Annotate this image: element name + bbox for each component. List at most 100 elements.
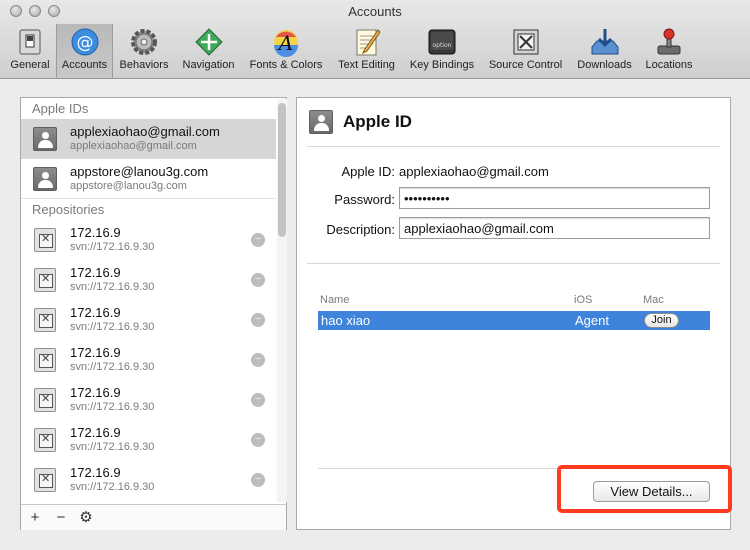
account-title: applexiaohao@gmail.com — [70, 124, 220, 139]
svg-text:@: @ — [76, 33, 93, 53]
column-header-mac[interactable]: Mac — [643, 294, 664, 306]
account-subtitle: applexiaohao@gmail.com — [70, 140, 197, 152]
repository-url: svn://172.16.9.30 — [70, 361, 155, 373]
accounts-list: Apple IDs applexiaohao@gmail.com applexi… — [21, 98, 276, 503]
add-account-button[interactable]: + — [25, 508, 45, 528]
repository-url: svn://172.16.9.30 — [70, 321, 155, 333]
repository-status-icon: ~ — [251, 273, 265, 287]
table-row[interactable]: hao xiao Agent Join — [318, 311, 710, 330]
user-avatar-icon — [33, 167, 57, 191]
pencil-notepad-icon — [356, 29, 381, 56]
repository-url: svn://172.16.9.30 — [70, 401, 155, 413]
option-key-icon: option — [428, 29, 456, 55]
column-header-ios[interactable]: iOS — [574, 294, 592, 306]
toolbar-general[interactable]: General — [7, 24, 53, 78]
toolbar-text-editing[interactable]: Text Editing — [332, 24, 401, 78]
repository-row[interactable]: 172.16.9 svn://172.16.9.30 ~ — [21, 380, 276, 420]
repository-title: 172.16.9 — [70, 305, 121, 320]
team-name-cell: hao xiao — [321, 313, 371, 328]
repository-status-icon: ~ — [251, 473, 265, 487]
repository-title: 172.16.9 — [70, 225, 121, 240]
repository-row[interactable]: 172.16.9 svn://172.16.9.30 ~ — [21, 260, 276, 300]
repository-title: 172.16.9 — [70, 265, 121, 280]
repository-icon — [34, 268, 56, 292]
toolbar-label: General — [10, 59, 50, 71]
repository-icon — [34, 228, 56, 252]
toolbar-source-control[interactable]: Source Control — [483, 24, 568, 78]
divider — [318, 468, 710, 469]
repository-icon — [34, 468, 56, 492]
account-row[interactable]: appstore@lanou3g.com appstore@lanou3g.co… — [21, 159, 276, 199]
source-control-icon — [513, 29, 538, 55]
repository-url: svn://172.16.9.30 — [70, 241, 155, 253]
toolbar-navigation[interactable]: Navigation — [177, 24, 240, 78]
repository-icon — [34, 348, 56, 372]
toolbar-behaviors[interactable]: Behaviors — [116, 24, 172, 78]
join-button[interactable]: Join — [644, 313, 679, 328]
sidebar-scroll-thumb[interactable] — [278, 103, 286, 237]
apple-id-value: applexiaohao@gmail.com — [399, 164, 549, 179]
repositories-header: Repositories — [32, 202, 105, 217]
toolbar-label: Navigation — [182, 59, 235, 71]
sidebar-footer: + − ⚙ — [21, 504, 286, 530]
repository-url: svn://172.16.9.30 — [70, 281, 155, 293]
preferences-toolbar: General @ Accounts Behaviors Navigation … — [0, 24, 750, 78]
repository-row[interactable]: 172.16.9 svn://172.16.9.30 ~ — [21, 460, 276, 500]
repository-url: svn://172.16.9.30 — [70, 481, 155, 493]
account-title: appstore@lanou3g.com — [70, 164, 209, 179]
apple-ids-header: Apple IDs — [32, 101, 89, 116]
apple-id-label: Apple ID: — [341, 164, 395, 179]
detail-title: Apple ID — [343, 112, 412, 131]
repository-title: 172.16.9 — [70, 465, 121, 480]
password-field[interactable] — [399, 187, 710, 209]
divider — [307, 263, 720, 264]
general-switch-icon — [19, 29, 41, 55]
toolbar-accounts[interactable]: @ Accounts — [56, 24, 113, 78]
font-a-icon: A — [274, 30, 298, 57]
repository-status-icon: ~ — [251, 313, 265, 327]
ios-role-cell: Agent — [575, 313, 609, 328]
repository-status-icon: ~ — [251, 393, 265, 407]
toolbar-fonts-colors[interactable]: A Fonts & Colors — [244, 24, 328, 78]
toolbar-key-bindings[interactable]: option Key Bindings — [405, 24, 479, 78]
repository-icon — [34, 308, 56, 332]
navigation-arrows-icon — [194, 28, 223, 56]
password-label: Password: — [334, 192, 395, 207]
repository-status-icon: ~ — [251, 353, 265, 367]
svg-text:A: A — [277, 31, 293, 55]
toolbar-locations[interactable]: Locations — [641, 24, 697, 78]
description-field[interactable] — [399, 217, 710, 239]
accounts-sidebar: Apple IDs applexiaohao@gmail.com applexi… — [20, 97, 287, 530]
repository-row[interactable]: 172.16.9 svn://172.16.9.30 ~ — [21, 420, 276, 460]
account-row[interactable]: applexiaohao@gmail.com applexiaohao@gmai… — [21, 119, 276, 159]
repository-status-icon: ~ — [251, 233, 265, 247]
repository-url: svn://172.16.9.30 — [70, 441, 155, 453]
joystick-icon — [657, 28, 681, 55]
repository-title: 172.16.9 — [70, 345, 121, 360]
column-header-name[interactable]: Name — [320, 294, 349, 306]
repository-row[interactable]: 172.16.9 svn://172.16.9.30 ~ — [21, 340, 276, 380]
repository-title: 172.16.9 — [70, 385, 121, 400]
user-avatar-icon — [33, 127, 57, 151]
apple-id-detail-panel: Apple ID Apple ID: applexiaohao@gmail.co… — [296, 97, 731, 530]
download-tray-icon — [591, 29, 618, 55]
settings-gear-icon[interactable]: ⚙ — [76, 508, 96, 528]
sidebar-scrollbar[interactable] — [277, 99, 287, 502]
repository-row[interactable]: 172.16.9 svn://172.16.9.30 ~ — [21, 300, 276, 340]
remove-account-button[interactable]: − — [51, 508, 71, 528]
toolbar-label: Downloads — [577, 59, 632, 71]
at-sign-icon: @ — [71, 28, 98, 56]
gear-icon — [131, 29, 157, 55]
toolbar-downloads[interactable]: Downloads — [573, 24, 636, 78]
repository-icon — [34, 388, 56, 412]
view-details-button[interactable]: View Details... — [593, 481, 710, 502]
repository-row[interactable]: 172.16.9 svn://172.16.9.30 ~ — [21, 220, 276, 260]
description-label: Description: — [326, 222, 395, 237]
toolbar-label: Locations — [645, 59, 693, 71]
toolbar-label: Key Bindings — [409, 59, 475, 71]
window-title: Accounts — [348, 4, 402, 19]
toolbar-label: Fonts & Colors — [249, 59, 323, 71]
repository-title: 172.16.9 — [70, 425, 121, 440]
user-avatar-icon — [309, 110, 333, 134]
account-subtitle: appstore@lanou3g.com — [70, 180, 187, 192]
